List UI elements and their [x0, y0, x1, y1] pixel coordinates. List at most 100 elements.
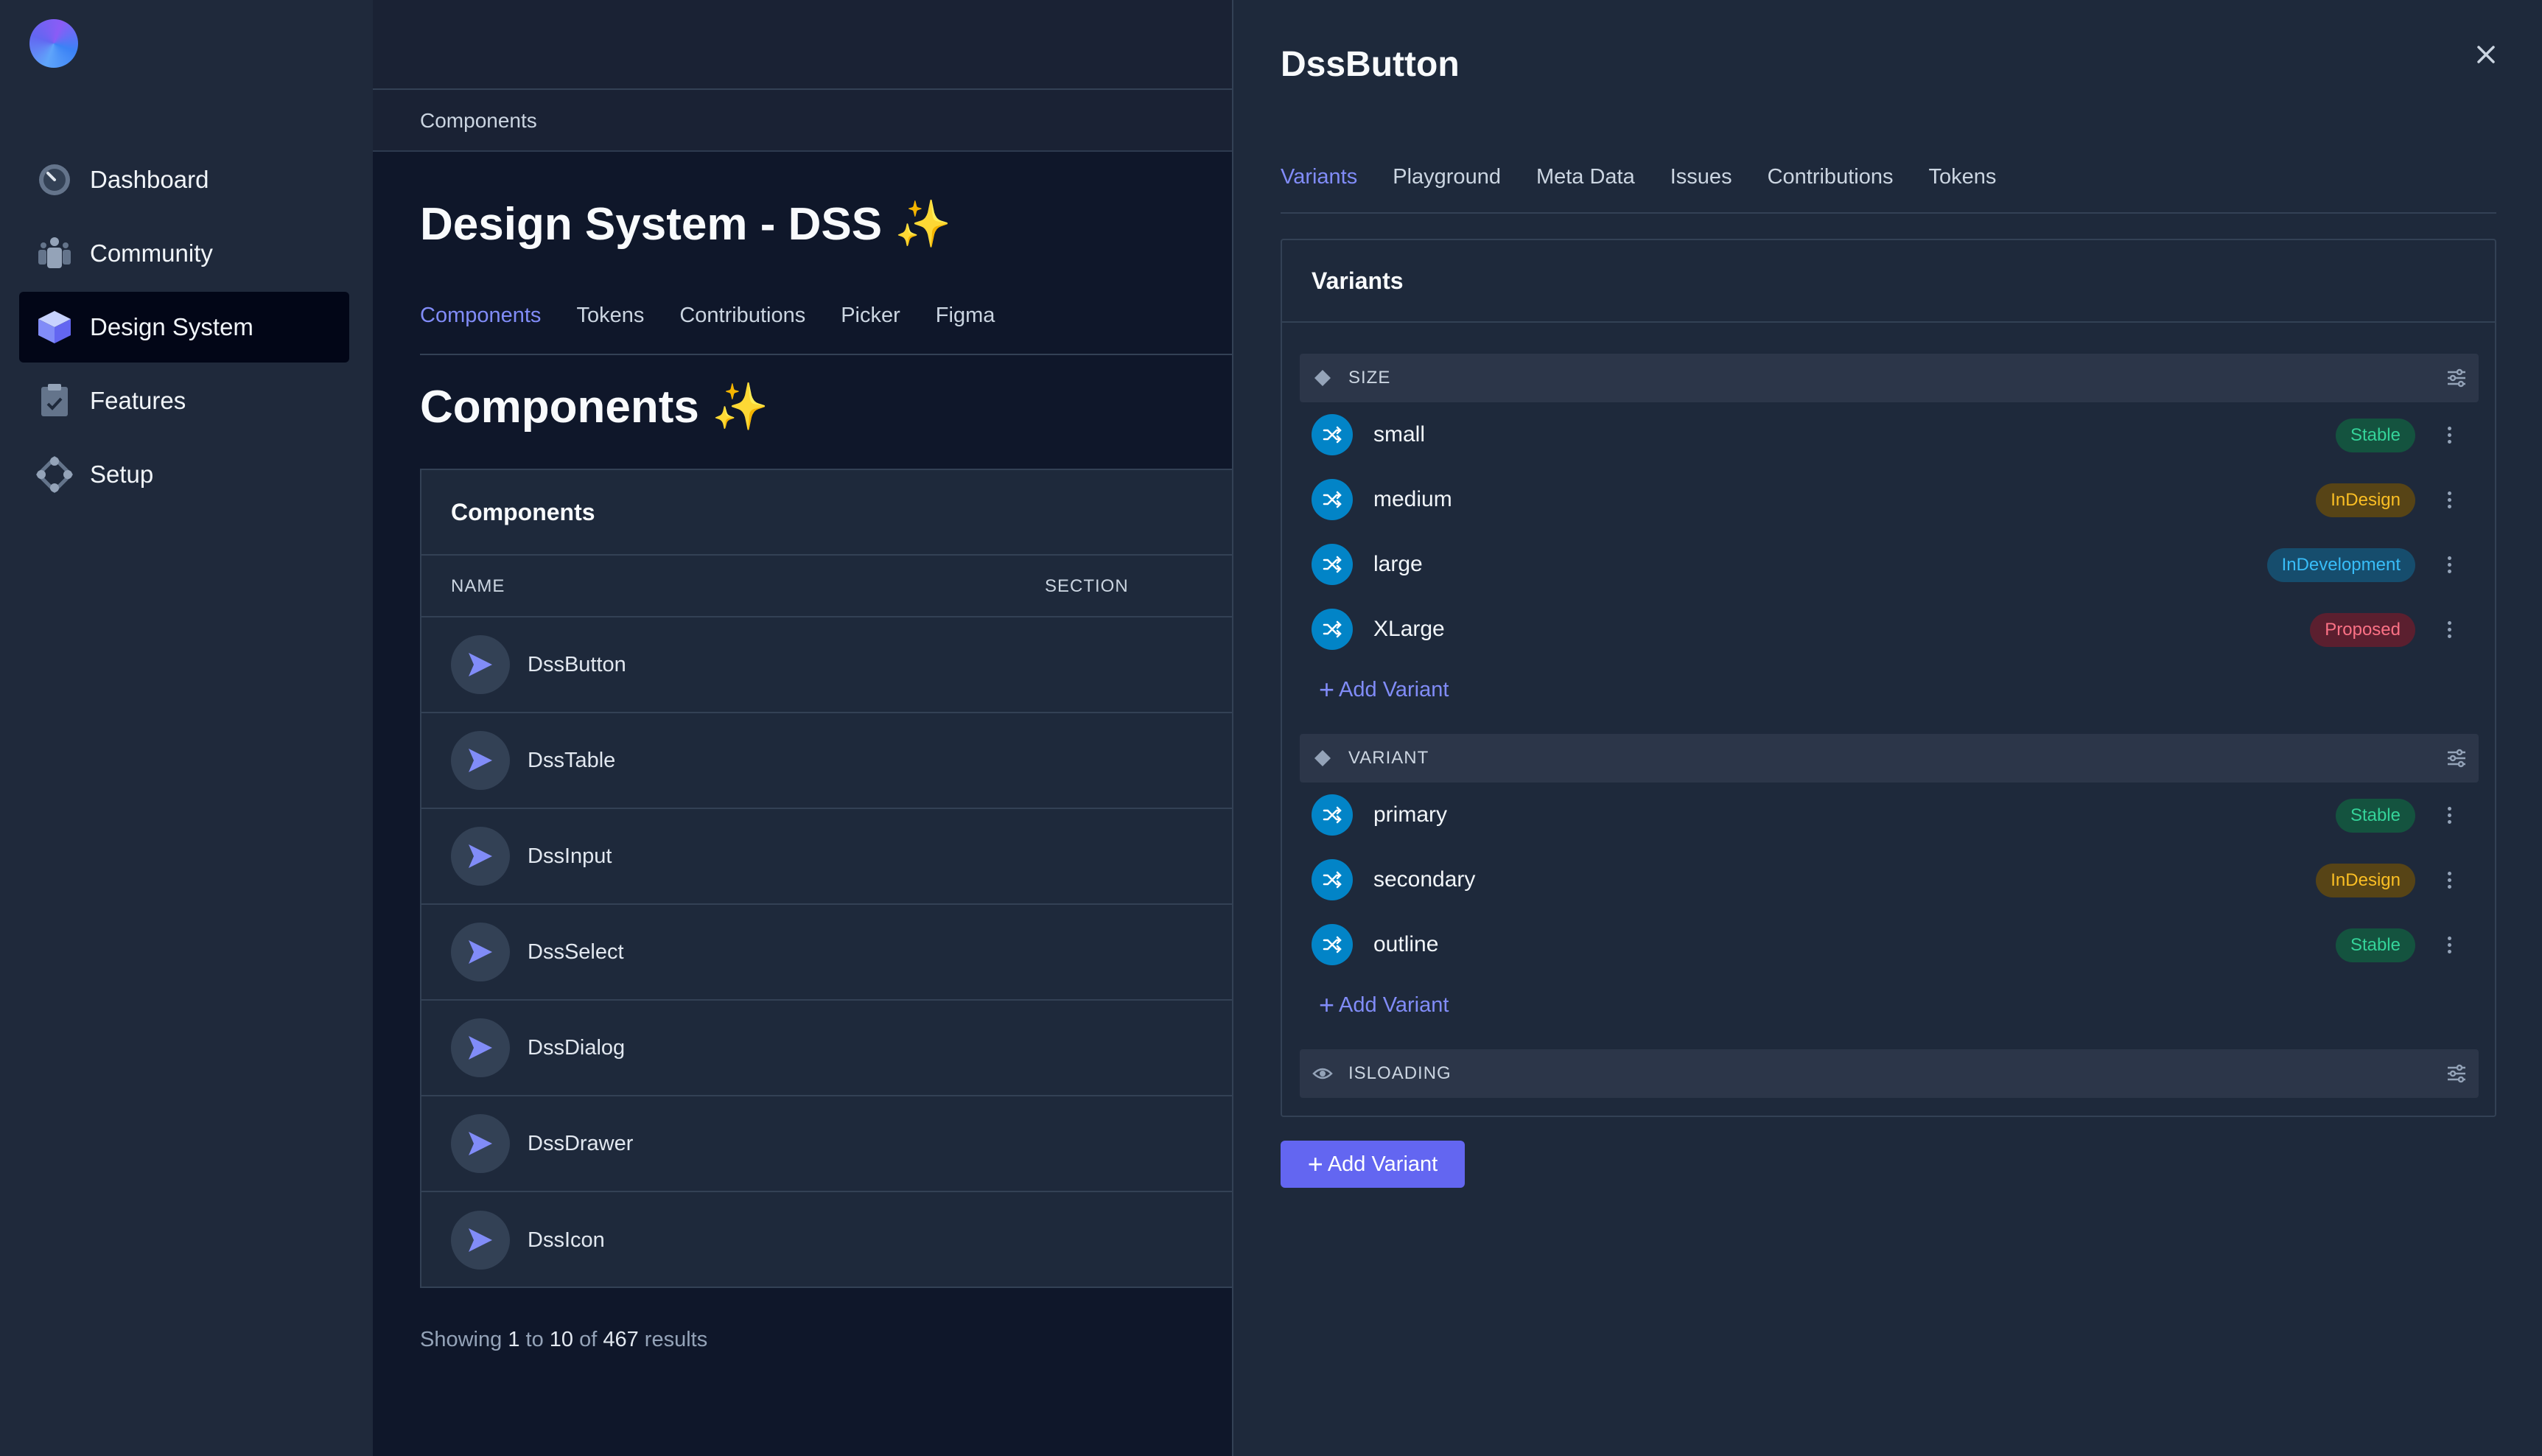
shuffle-icon[interactable] [1312, 414, 1353, 455]
more-options-icon[interactable] [2439, 619, 2459, 640]
send-icon [469, 1036, 492, 1060]
send-icon [469, 749, 492, 772]
table-row[interactable]: DssDrawer [421, 1096, 1232, 1192]
prop-group-label: SIZE [1348, 368, 1391, 388]
sparkles-icon: ✨ [894, 199, 952, 250]
variant-row[interactable]: medium InDesign [1300, 467, 2479, 532]
more-options-icon[interactable] [2439, 869, 2459, 890]
sliders-icon[interactable] [2445, 366, 2468, 390]
add-variant-link[interactable]: + Add Variant [1300, 662, 2479, 718]
status-badge: InDesign [2316, 864, 2415, 897]
component-avatar [451, 1018, 510, 1077]
tab-variants[interactable]: Variants [1281, 165, 1357, 189]
shuffle-icon[interactable] [1312, 544, 1353, 585]
sidebar-item-dashboard[interactable]: Dashboard [19, 144, 349, 215]
sidebar: Dashboard Community Design System Featur… [0, 0, 373, 1456]
sidebar-item-label: Design System [90, 313, 253, 340]
variant-row[interactable]: small Stable [1300, 402, 2479, 467]
shuffle-icon[interactable] [1312, 859, 1353, 900]
tab-tokens[interactable]: Tokens [576, 304, 644, 328]
tab-contributions[interactable]: Contributions [679, 304, 805, 328]
community-icon [35, 234, 74, 273]
send-icon [469, 1132, 492, 1155]
close-icon [2477, 46, 2495, 63]
shuffle-icon[interactable] [1312, 794, 1353, 836]
breadcrumb-bar: Components [373, 90, 1232, 152]
more-options-icon[interactable] [2439, 554, 2459, 575]
sidebar-item-label: Dashboard [90, 166, 209, 193]
prop-group-header[interactable]: SIZE [1300, 354, 2479, 402]
table-row[interactable]: DssInput [421, 809, 1232, 905]
variant-row[interactable]: secondary InDesign [1300, 847, 2479, 912]
shuffle-icon[interactable] [1312, 479, 1353, 520]
breadcrumb[interactable]: Components [420, 109, 537, 133]
add-variant-link[interactable]: + Add Variant [1300, 977, 2479, 1033]
table-body: DssButton DssTable DssInput DssSelect DssDia… [421, 617, 1232, 1288]
tab-meta-data[interactable]: Meta Data [1536, 165, 1635, 189]
table-row[interactable]: DssIcon [421, 1192, 1232, 1288]
setup-icon [35, 455, 74, 494]
more-options-icon[interactable] [2439, 424, 2459, 445]
results-total: 467 [603, 1328, 639, 1351]
cube-icon [35, 308, 74, 346]
plus-icon: + [1319, 990, 1335, 1020]
add-variant-button[interactable]: + Add Variant [1281, 1141, 1465, 1188]
main-content: Components Design System - DSS ✨ Compone… [373, 0, 1232, 1456]
prop-group-header[interactable]: VARIANT [1300, 734, 2479, 783]
add-variant-button-label: Add Variant [1327, 1152, 1438, 1176]
component-name: DssDrawer [528, 1131, 634, 1155]
column-header-section[interactable]: SECTION [1045, 576, 1129, 597]
more-options-icon[interactable] [2439, 489, 2459, 510]
table-row[interactable]: DssDialog [421, 1001, 1232, 1096]
tab-playground[interactable]: Playground [1393, 165, 1501, 189]
sidebar-item-community[interactable]: Community [19, 218, 349, 289]
diamond-icon [1312, 367, 1334, 389]
prop-group-header[interactable]: ISLOADING [1300, 1049, 2479, 1098]
sliders-icon[interactable] [2445, 746, 2468, 770]
variant-list: primary Stable secondary InDesign outline Sta… [1300, 783, 2479, 977]
send-icon [469, 940, 492, 964]
component-avatar [451, 1114, 510, 1173]
table-row[interactable]: DssButton [421, 617, 1232, 713]
variant-name: large [1373, 552, 1423, 576]
tab-tokens[interactable]: Tokens [1928, 165, 1996, 189]
tab-contributions[interactable]: Contributions [1768, 165, 1894, 189]
sidebar-item-design-system[interactable]: Design System [19, 292, 349, 363]
eye-icon [1312, 1063, 1334, 1085]
table-row[interactable]: DssSelect [421, 905, 1232, 1001]
shuffle-icon[interactable] [1312, 609, 1353, 650]
sidebar-item-features[interactable]: Features [19, 365, 349, 436]
close-button[interactable] [2473, 41, 2499, 68]
component-avatar [451, 731, 510, 790]
variant-row[interactable]: XLarge Proposed [1300, 597, 2479, 662]
main-tabs: Components Tokens Contributions Picker F… [420, 304, 995, 328]
more-options-icon[interactable] [2439, 934, 2459, 955]
shuffle-icon[interactable] [1312, 924, 1353, 965]
drawer-tabs: Variants Playground Meta Data Issues Con… [1281, 165, 1996, 189]
status-badge: Stable [2335, 419, 2415, 452]
add-variant-label: Add Variant [1339, 677, 1449, 701]
more-options-icon[interactable] [2439, 805, 2459, 825]
tab-picker[interactable]: Picker [841, 304, 900, 328]
sliders-icon[interactable] [2445, 1062, 2468, 1085]
component-avatar [451, 635, 510, 694]
tab-figma[interactable]: Figma [936, 304, 995, 328]
components-table: Components NAME SECTION DssButton DssTabl… [420, 469, 1232, 1288]
send-icon [469, 844, 492, 868]
variant-row[interactable]: primary Stable [1300, 783, 2479, 847]
component-name: DssInput [528, 844, 612, 868]
tabs-divider [420, 354, 1232, 355]
prop-group-variant: VARIANT primary Stable secondary InDesign ou… [1300, 734, 2479, 1033]
tab-issues[interactable]: Issues [1670, 165, 1732, 189]
app-logo[interactable] [29, 19, 78, 68]
sidebar-item-setup[interactable]: Setup [19, 439, 349, 510]
table-row[interactable]: DssTable [421, 713, 1232, 809]
send-icon [469, 1228, 492, 1252]
variant-row[interactable]: large InDevelopment [1300, 532, 2479, 597]
variant-name: primary [1373, 802, 1448, 827]
plus-icon: + [1319, 674, 1335, 704]
variant-name: small [1373, 422, 1426, 447]
variant-row[interactable]: outline Stable [1300, 912, 2479, 977]
tab-components[interactable]: Components [420, 304, 541, 328]
column-header-name[interactable]: NAME [451, 576, 505, 597]
